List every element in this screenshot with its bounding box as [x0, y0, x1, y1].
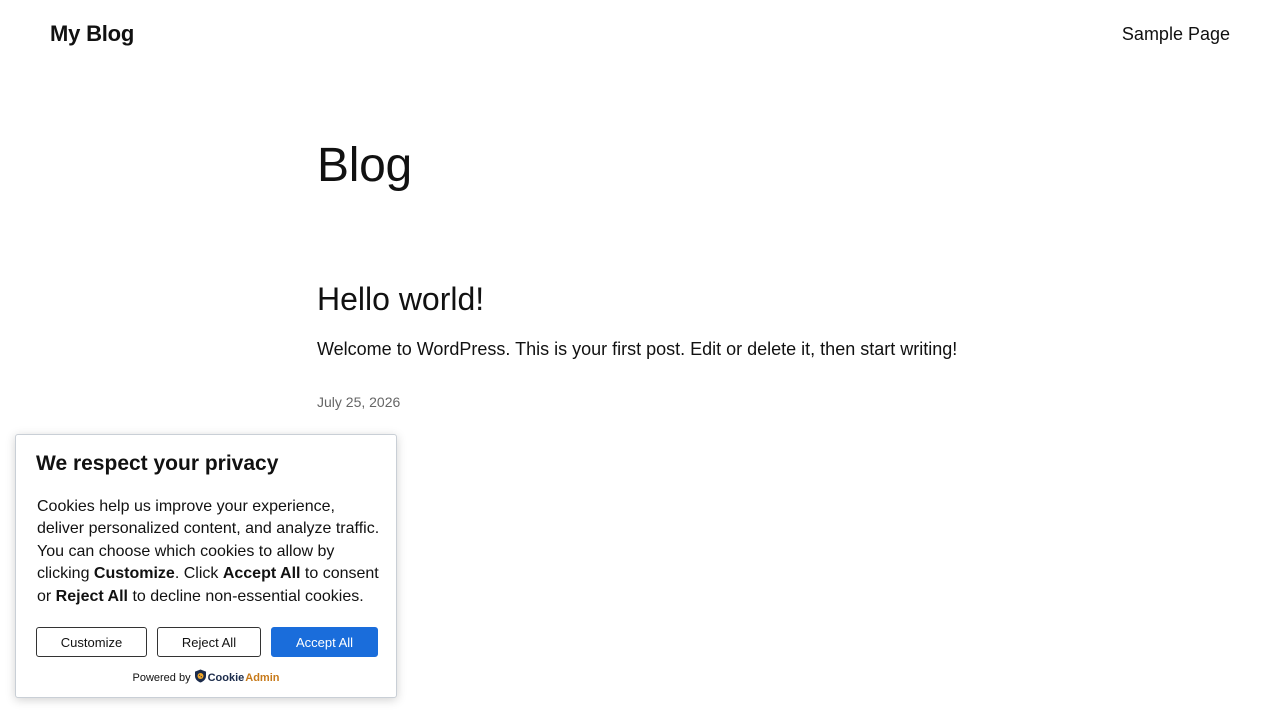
nav-sample-page[interactable]: Sample Page [1122, 24, 1230, 45]
cookieadmin-logo[interactable]: Cookie Admin [194, 669, 280, 686]
post-date: July 25, 2026 [317, 394, 401, 410]
powered-by: Powered by Cookie Admin [16, 669, 396, 686]
brand-name-part1: Cookie [207, 671, 245, 684]
cookie-banner-title: We respect your privacy [36, 452, 279, 475]
page-heading: Blog [317, 139, 412, 192]
reject-all-button[interactable]: Reject All [157, 627, 261, 657]
site-title-link[interactable]: My Blog [50, 21, 134, 47]
cookie-consent-banner: We respect your privacy Cookies help us … [15, 434, 397, 698]
powered-by-label: Powered by [132, 671, 191, 684]
shield-icon [194, 669, 207, 686]
cookie-banner-text: Cookies help us improve your experience,… [37, 498, 380, 605]
post-excerpt: Welcome to WordPress. This is your first… [317, 339, 958, 359]
customize-button[interactable]: Customize [36, 627, 147, 657]
brand-name-part2: Admin [245, 671, 280, 684]
post-title-link[interactable]: Hello world! [317, 281, 484, 318]
accept-all-button[interactable]: Accept All [271, 627, 378, 657]
